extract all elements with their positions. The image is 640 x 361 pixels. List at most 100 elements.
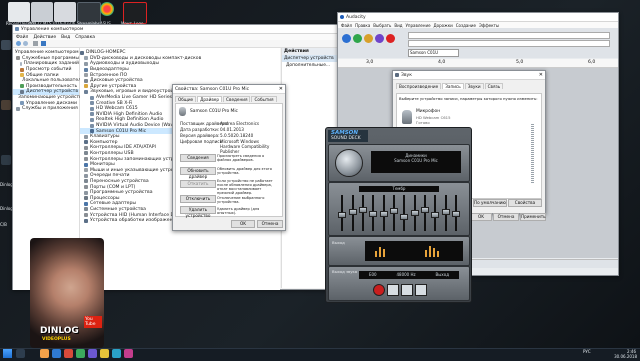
desktop-icon[interactable] — [1, 155, 11, 165]
help-icon[interactable] — [41, 41, 46, 46]
printer-icon — [84, 173, 88, 178]
eq-slider-knob[interactable] — [400, 213, 409, 220]
eq-slider[interactable] — [389, 195, 398, 231]
tab-communications[interactable]: Связь — [484, 83, 504, 89]
apply-button[interactable]: Применить — [520, 213, 546, 221]
ok-button[interactable]: OK — [231, 220, 255, 228]
tab-driver[interactable]: Драйвер — [197, 96, 223, 102]
pause-button[interactable] — [342, 34, 351, 43]
eq-slider-knob[interactable] — [410, 209, 419, 216]
play-button[interactable] — [401, 284, 413, 296]
nav-item[interactable]: Управление компьютером (л — [13, 50, 85, 56]
eq-slider-knob[interactable] — [358, 206, 367, 213]
eq-slider-knob[interactable] — [369, 210, 378, 217]
eq-slider-knob[interactable] — [338, 212, 347, 219]
nav-item[interactable]: Службы и приложения — [13, 106, 79, 112]
desktop-icon[interactable] — [1, 100, 11, 110]
sound-dialog-titlebar[interactable]: Звук ✕ — [393, 71, 545, 80]
action-device-manager[interactable]: Диспетчер устройств — [282, 55, 344, 62]
taskbar-app-icon[interactable] — [64, 349, 73, 358]
eq-slider[interactable] — [431, 195, 440, 231]
forward-icon[interactable] — [23, 41, 28, 46]
disable-device-button[interactable]: Отключить — [180, 195, 216, 203]
nav-item[interactable]: Локальные пользователи — [13, 78, 84, 84]
nav-item[interactable]: Запоминающие устройства — [13, 95, 85, 101]
skip-start-button[interactable] — [375, 34, 384, 43]
eq-slider[interactable] — [420, 195, 429, 231]
close-icon[interactable]: ✕ — [279, 86, 283, 92]
stop-button[interactable] — [364, 34, 373, 43]
properties-button[interactable]: Свойства — [508, 199, 542, 207]
record-button[interactable] — [373, 284, 385, 296]
update-driver-button[interactable]: Обновить драйвер — [180, 167, 216, 179]
ide-icon — [84, 145, 88, 150]
driver-details-button[interactable]: Сведения — [180, 154, 216, 162]
desktop-icon-asus[interactable] — [100, 2, 114, 16]
taskbar-app-icon[interactable] — [88, 349, 97, 358]
volume-knob[interactable] — [335, 149, 363, 177]
close-icon[interactable]: ✕ — [539, 72, 543, 78]
pause-button[interactable] — [415, 284, 427, 296]
eq-slider[interactable] — [358, 195, 367, 231]
device-properties-dialog: Свойства: Samson C01U Pro Mic ✕ Общие Дра… — [172, 84, 286, 231]
cancel-button[interactable]: Отмена — [493, 213, 519, 221]
eq-slider-knob[interactable] — [431, 212, 440, 219]
taskbar-app-icon[interactable] — [76, 349, 85, 358]
audacity-titlebar[interactable]: Audacity — [338, 13, 618, 22]
tab-recording[interactable]: Запись — [442, 83, 464, 89]
properties-titlebar[interactable]: Свойства: Samson C01U Pro Mic ✕ — [173, 85, 285, 94]
desktop-icon[interactable] — [1, 40, 11, 50]
desktop-icon-video[interactable] — [54, 2, 76, 22]
device-name: Samson C01U Pro Mic — [190, 109, 238, 114]
eq-slider-knob[interactable] — [389, 208, 398, 215]
desktop-icon-recent[interactable] — [8, 2, 30, 22]
tab-events[interactable]: События — [251, 96, 277, 102]
channel-name: DINLOG — [40, 326, 79, 336]
stop-button[interactable] — [387, 284, 399, 296]
eq-slider[interactable] — [379, 195, 388, 231]
eq-slider[interactable] — [451, 195, 460, 231]
eq-slider-knob[interactable] — [441, 208, 450, 215]
ok-button[interactable]: OK — [470, 213, 492, 221]
tab-details[interactable]: Сведения — [223, 96, 251, 102]
tab-playback[interactable]: Воспроизведение — [396, 83, 442, 89]
play-button[interactable] — [353, 34, 362, 43]
action-more[interactable]: Дополнительные... — [282, 62, 344, 69]
taskbar-app-icon[interactable] — [124, 349, 133, 358]
eq-slider[interactable] — [441, 195, 450, 231]
clock-date[interactable]: 30.06.2018 — [605, 354, 637, 359]
properties-icon[interactable] — [33, 41, 38, 46]
computer-icon — [84, 140, 88, 145]
taskbar-app-icon[interactable] — [40, 349, 49, 358]
eq-slider-knob[interactable] — [420, 207, 429, 214]
taskbar-app-icon[interactable] — [52, 349, 61, 358]
nav-item[interactable]: Просмотр событий — [13, 67, 79, 73]
eq-slider-knob[interactable] — [379, 211, 388, 218]
set-default-button[interactable]: По умолчанию — [473, 199, 507, 207]
uninstall-device-button[interactable]: Удалить устройство — [180, 206, 216, 218]
timeline-ruler[interactable]: 3,0 4,0 5,0 6,0 — [338, 59, 618, 68]
nav-item[interactable]: Планировщик заданий — [13, 61, 79, 67]
eq-slider[interactable] — [338, 195, 347, 231]
nav-item-device-manager[interactable]: Диспетчер устройств — [13, 89, 79, 95]
eq-slider[interactable] — [410, 195, 419, 231]
eq-slider[interactable] — [400, 195, 409, 231]
eq-slider-knob[interactable] — [451, 210, 460, 217]
back-icon[interactable] — [16, 41, 21, 46]
language-indicator[interactable]: РУС — [583, 349, 591, 354]
search-icon[interactable] — [16, 349, 25, 358]
tab-sounds[interactable]: Звуки — [464, 83, 484, 89]
computer-management-titlebar[interactable]: Управление компьютером — [13, 25, 343, 34]
rollback-driver-button[interactable]: Откатить — [180, 180, 216, 188]
taskbar-app-icon[interactable] — [100, 349, 109, 358]
eq-slider[interactable] — [369, 195, 378, 231]
taskbar-app-icon[interactable] — [112, 349, 121, 358]
device-select[interactable]: Samson C01U — [408, 49, 459, 57]
tab-general[interactable]: Общие — [175, 96, 197, 102]
cancel-button[interactable]: Отмена — [257, 220, 283, 228]
start-icon[interactable] — [3, 349, 12, 358]
eq-slider[interactable] — [348, 195, 357, 231]
desktop-icon-mts[interactable] — [31, 2, 53, 22]
eq-slider-knob[interactable] — [348, 208, 357, 215]
record-button[interactable] — [386, 34, 395, 43]
